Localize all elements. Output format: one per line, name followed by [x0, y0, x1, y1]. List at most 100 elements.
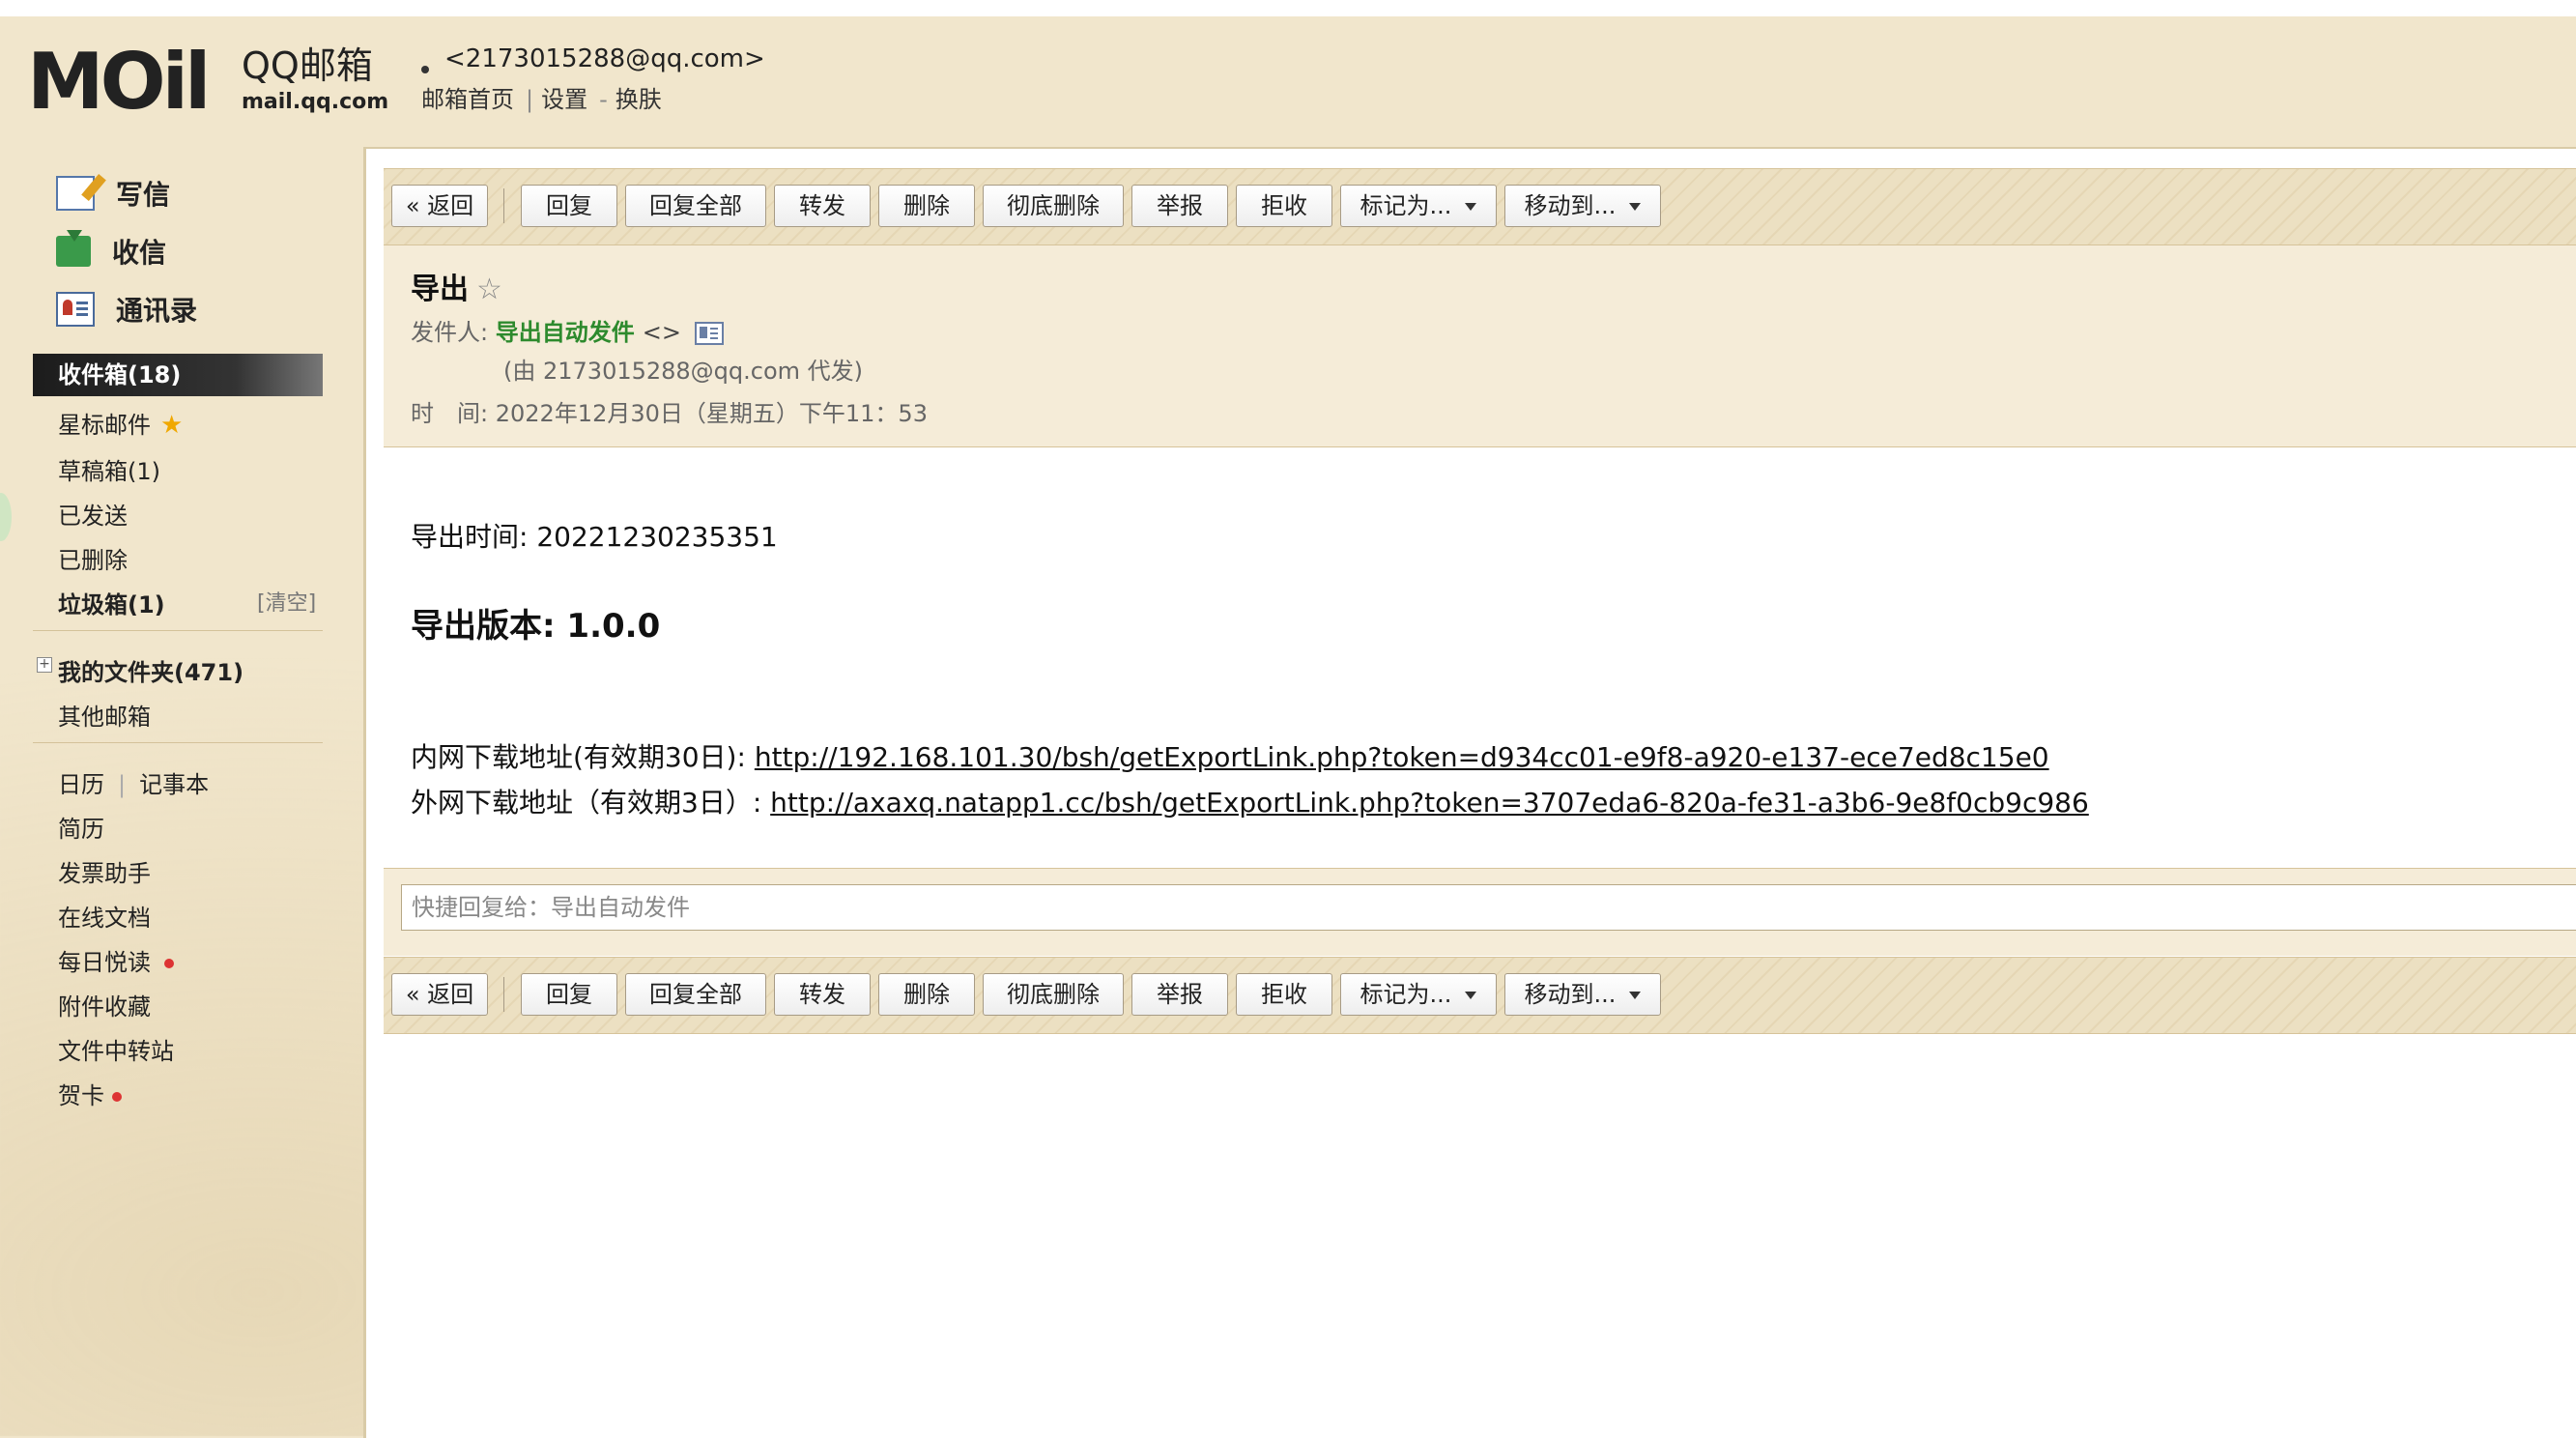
forward-button[interactable]: 转发 [774, 185, 871, 227]
resume-link[interactable]: 简历 [58, 810, 104, 844]
file-transfer-link[interactable]: 文件中转站 [58, 1032, 174, 1066]
mark-as-dropdown[interactable]: 标记为... [1340, 185, 1497, 227]
reply-all-button[interactable]: 回复全部 [625, 973, 766, 1016]
unread-dot-icon [112, 1092, 122, 1102]
attachments-link[interactable]: 附件收藏 [58, 988, 151, 1021]
reject-button[interactable]: 拒收 [1236, 973, 1332, 1016]
compose-icon [56, 176, 95, 211]
expand-icon[interactable]: + [37, 657, 52, 673]
body-intranet-row: 内网下载地址(有效期30日): http://192.168.101.30/bs… [411, 736, 2049, 775]
time-label: 时 间: [411, 400, 489, 427]
unread-dot-icon [164, 959, 174, 968]
account-dot-icon [421, 66, 429, 73]
settings-link[interactable]: 设置 [541, 86, 587, 113]
back-button[interactable]: « 返回 [391, 185, 488, 227]
contact-card-icon[interactable] [694, 322, 724, 345]
move-to-label: 移动到... [1524, 192, 1617, 219]
qq-mail-logo[interactable]: MOil QQ邮箱 mail.qq.com [27, 37, 389, 127]
report-button[interactable]: 举报 [1131, 185, 1228, 227]
sender-label: 发件人: [411, 319, 489, 346]
star-icon[interactable]: ☆ [476, 273, 502, 306]
receive-button[interactable]: 收信 [56, 230, 167, 271]
folder-spam[interactable]: 垃圾箱(1) [58, 586, 165, 619]
top-links: 邮箱首页 | 设置 - 换肤 [421, 80, 666, 114]
contacts-button[interactable]: 通讯录 [56, 290, 197, 329]
folder-deleted[interactable]: 已删除 [58, 541, 128, 575]
time-value: 2022年12月30日（星期五）下午11：53 [495, 400, 928, 427]
sender-address: <> [642, 319, 681, 346]
logo-mark: MOil [27, 37, 211, 127]
reject-button[interactable]: 拒收 [1236, 185, 1332, 227]
calendar-separator: | [118, 771, 127, 798]
move-to-dropdown[interactable]: 移动到... [1504, 973, 1661, 1016]
calendar-link[interactable]: 日历 [58, 771, 104, 798]
move-to-label: 移动到... [1524, 981, 1617, 1008]
logo-domain: mail.qq.com [242, 90, 389, 114]
folder-drafts[interactable]: 草稿箱(1) [58, 452, 160, 486]
sender-name[interactable]: 导出自动发件 [496, 319, 635, 346]
folder-inbox[interactable]: 收件箱(18) [33, 354, 323, 396]
body-internet-row: 外网下载地址（有效期3日）: http://axaxq.natapp1.cc/b… [411, 782, 2089, 820]
chevron-down-icon [1465, 992, 1477, 999]
logo-brand: QQ邮箱 [242, 44, 373, 87]
skin-link[interactable]: 换肤 [615, 86, 662, 113]
perm-delete-button[interactable]: 彻底删除 [983, 185, 1124, 227]
mark-as-label: 标记为... [1360, 192, 1452, 219]
link-separator: | [526, 86, 534, 113]
receive-label: 收信 [112, 237, 167, 269]
toolbar-separator [503, 977, 504, 1012]
sidebar-divider [33, 630, 323, 631]
sender-row: 发件人: 导出自动发件 <> [411, 313, 724, 347]
edge-highlight [0, 493, 12, 541]
mail-subject: 导出 ☆ [411, 265, 502, 307]
toolbar-top: « 返回 回复 回复全部 转发 删除 彻底删除 举报 拒收 标记为... 移动到… [384, 168, 2576, 245]
report-button[interactable]: 举报 [1131, 973, 1228, 1016]
quick-reply-input[interactable]: 快捷回复给：导出自动发件 [401, 884, 2576, 931]
invoice-link[interactable]: 发票助手 [58, 854, 151, 888]
on-behalf-note: (由 2173015288@qq.com 代发) [503, 358, 864, 385]
contacts-icon [56, 292, 95, 327]
folder-starred[interactable]: 星标邮件 ★ [58, 406, 183, 440]
mark-as-dropdown[interactable]: 标记为... [1340, 973, 1497, 1016]
folder-my-folders[interactable]: 我的文件夹(471) [58, 653, 243, 687]
chevron-down-icon [1629, 203, 1642, 211]
intranet-download-link[interactable]: http://192.168.101.30/bsh/getExportLink.… [755, 741, 2049, 773]
move-to-dropdown[interactable]: 移动到... [1504, 185, 1661, 227]
reply-button[interactable]: 回复 [521, 185, 617, 227]
reply-all-button[interactable]: 回复全部 [625, 185, 766, 227]
chevron-down-icon [1465, 203, 1477, 211]
receive-icon [56, 230, 91, 267]
notes-link[interactable]: 记事本 [139, 771, 209, 798]
contacts-label: 通讯录 [116, 295, 198, 327]
sidebar-divider [33, 742, 323, 743]
compose-button[interactable]: 写信 [56, 174, 170, 213]
delete-button[interactable]: 删除 [878, 973, 975, 1016]
delete-button[interactable]: 删除 [878, 185, 975, 227]
toolbar-bottom: « 返回 回复 回复全部 转发 删除 彻底删除 举报 拒收 标记为... 移动到… [384, 957, 2576, 1034]
chevron-down-icon [1629, 992, 1642, 999]
mail-header: 导出 ☆ 发件人: 导出自动发件 <> (由 2173015288@qq.com 代… [384, 245, 2576, 447]
subject-text: 导出 [411, 273, 469, 306]
mailbox-home-link[interactable]: 邮箱首页 [421, 86, 514, 113]
body-export-version: 导出版本: 1.0.0 [411, 607, 661, 646]
top-border [0, 0, 2576, 16]
star-icon: ★ [160, 411, 184, 440]
compose-label: 写信 [116, 179, 171, 211]
clear-spam-link[interactable]: [清空] [257, 586, 316, 617]
sidebar: 写信 收信 通讯录 收件箱(18) 星标邮件 ★ 草稿箱(1) 已发送 已删除 垃… [0, 145, 363, 1436]
cards-link[interactable]: 贺卡 [58, 1077, 122, 1110]
internet-download-link[interactable]: http://axaxq.natapp1.cc/bsh/getExportLin… [770, 787, 2089, 819]
folder-sent[interactable]: 已发送 [58, 497, 128, 531]
forward-button[interactable]: 转发 [774, 973, 871, 1016]
folder-starred-label: 星标邮件 [58, 412, 151, 439]
docs-link[interactable]: 在线文档 [58, 899, 151, 933]
back-button[interactable]: « 返回 [391, 973, 488, 1016]
mark-as-label: 标记为... [1360, 981, 1452, 1008]
internet-label: 外网下载地址（有效期3日）: [411, 787, 762, 819]
app-row-calendar: 日历 | 记事本 [58, 765, 209, 799]
reply-button[interactable]: 回复 [521, 973, 617, 1016]
daily-read-link[interactable]: 每日悦读 [58, 943, 174, 977]
perm-delete-button[interactable]: 彻底删除 [983, 973, 1124, 1016]
folder-other-mailboxes[interactable]: 其他邮箱 [58, 698, 151, 732]
intranet-label: 内网下载地址(有效期30日): [411, 741, 746, 773]
